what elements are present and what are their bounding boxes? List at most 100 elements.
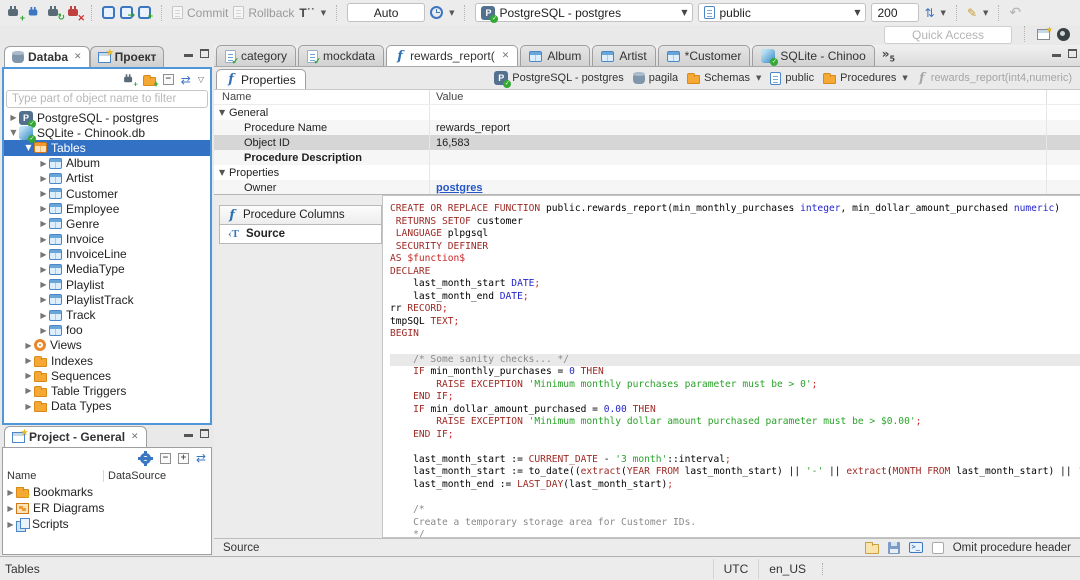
omit-procedure-header-checkbox[interactable] xyxy=(931,541,944,554)
breadcrumb-item-rewards-report-int4-numeric[interactable]: rewards_report(int4,numeric) xyxy=(917,72,1072,85)
transaction-log-button[interactable]: T˙˙ ▼ xyxy=(299,6,326,20)
twistie-icon[interactable]: ▶ xyxy=(38,189,49,198)
property-value[interactable]: postgres xyxy=(436,182,482,194)
property-row-general[interactable]: ▼ General xyxy=(214,105,1080,120)
new-connection-icon[interactable]: + xyxy=(122,74,137,88)
fetch-size-input[interactable]: 200 xyxy=(871,3,920,22)
twistie-icon[interactable]: ▶ xyxy=(38,250,49,259)
sql-editor-icon[interactable] xyxy=(102,6,115,19)
open-file-icon[interactable] xyxy=(864,541,879,554)
editor-tab-album[interactable]: Album xyxy=(520,45,591,66)
twistie-icon[interactable]: ▶ xyxy=(23,356,34,365)
property-row-procedure-name[interactable]: Procedure Name rewards_report xyxy=(214,120,1080,135)
property-row-object-id[interactable]: Object ID 16,583 xyxy=(214,135,1080,150)
disconnect-icon[interactable]: ✕ xyxy=(66,6,85,23)
code-line[interactable]: last_month_end := LAST_DAY(last_month_st… xyxy=(390,479,1080,492)
twistie-icon[interactable]: ▶ xyxy=(23,402,34,411)
project-item-scripts[interactable]: ▶ Scripts xyxy=(3,516,211,532)
commit-button[interactable]: Commit xyxy=(172,6,228,20)
close-icon[interactable]: ✕ xyxy=(131,432,139,442)
gear-icon[interactable] xyxy=(137,450,153,466)
code-line[interactable]: rr RECORD; xyxy=(390,303,1080,316)
breadcrumb-item-postgresql-postgres[interactable]: PostgreSQL - postgres xyxy=(494,71,624,88)
tab-overflow-indicator[interactable]: »5 xyxy=(882,47,895,63)
connection-select[interactable]: PostgreSQL - postgres ▼ xyxy=(475,3,694,23)
breadcrumb-item-procedures[interactable]: Procedures ▼ xyxy=(823,72,908,84)
code-line[interactable] xyxy=(390,441,1080,454)
twistie-icon[interactable]: ▶ xyxy=(38,265,49,274)
twistie-icon[interactable]: ▶ xyxy=(8,113,19,122)
twistie-icon[interactable]: ▶ xyxy=(38,219,49,228)
tree-item-customer[interactable]: ▶ Customer xyxy=(4,186,210,201)
undo-button[interactable]: ↶ xyxy=(1009,5,1021,21)
twistie-icon[interactable]: ▶ xyxy=(5,520,16,529)
code-line[interactable]: BEGIN xyxy=(390,328,1080,341)
tab-properties[interactable]: Properties xyxy=(216,69,306,89)
tree-item-artist[interactable]: ▶ Artist xyxy=(4,171,210,186)
column-name[interactable]: Name xyxy=(3,470,103,482)
connect-icon[interactable] xyxy=(27,6,40,18)
tree-item-indexes[interactable]: ▶ Indexes xyxy=(4,353,210,368)
code-line[interactable]: LANGUAGE plpgsql xyxy=(390,228,1080,241)
breadcrumb-item-schemas[interactable]: Schemas ▼ xyxy=(687,72,761,84)
twistie-icon[interactable]: ▶ xyxy=(23,386,34,395)
tree-item-playlist[interactable]: ▶ Playlist xyxy=(4,277,210,292)
project-item-bookmarks[interactable]: ▶ Bookmarks xyxy=(3,484,211,500)
twistie-icon[interactable]: ▶ xyxy=(5,504,16,513)
editor-tab-category[interactable]: ✓ category xyxy=(216,45,297,66)
format-button[interactable]: ✎ ▼ xyxy=(967,6,988,20)
sort-button[interactable]: ⇅ ▼ xyxy=(924,6,945,20)
twistie-icon[interactable]: ▶ xyxy=(38,311,49,320)
tab-projects[interactable]: Проект xyxy=(89,46,165,67)
tree-item-track[interactable]: ▶ Track xyxy=(4,307,210,322)
twistie-icon[interactable]: ▶ xyxy=(38,326,49,335)
code-line[interactable]: AS $function$ xyxy=(390,253,1080,266)
tree-item-invoice[interactable]: ▶ Invoice xyxy=(4,232,210,247)
breadcrumb-item-public[interactable]: public xyxy=(770,71,814,85)
code-line[interactable]: /* xyxy=(390,504,1080,517)
editor-tab-rewards-report[interactable]: rewards_report(✕ xyxy=(386,45,519,66)
tree-item-sequences[interactable]: ▶ Sequences xyxy=(4,368,210,383)
maximize-icon[interactable] xyxy=(200,429,209,438)
code-line[interactable]: last_month_start := CURRENT_DATE - '3 mo… xyxy=(390,454,1080,467)
code-line[interactable]: SECURITY DEFINER xyxy=(390,241,1080,254)
schema-select[interactable]: public ▼ xyxy=(698,3,867,22)
code-line[interactable]: IF min_dollar_amount_purchased = 0.00 TH… xyxy=(390,404,1080,417)
code-line[interactable]: */ xyxy=(390,529,1080,537)
chevron-down-icon[interactable]: ▼ xyxy=(902,74,907,82)
code-line[interactable]: tmpSQL TEXT; xyxy=(390,316,1080,329)
new-connection-icon[interactable]: + xyxy=(6,6,25,23)
tree-item-employee[interactable]: ▶ Employee xyxy=(4,201,210,216)
twistie-icon[interactable]: ▶ xyxy=(23,371,34,380)
editor-tab-customer[interactable]: *Customer xyxy=(657,45,751,66)
code-line[interactable]: /* Some sanity checks... */ xyxy=(390,353,1080,367)
recent-sql-editor-icon[interactable]: → xyxy=(120,6,135,21)
property-row-procedure-description[interactable]: Procedure Description xyxy=(214,150,1080,165)
twistie-icon[interactable]: ▶ xyxy=(5,488,16,497)
txn-mode-select[interactable]: Auto xyxy=(347,3,426,22)
twistie-icon[interactable]: ▼ xyxy=(8,128,19,137)
rollback-button[interactable]: Rollback xyxy=(233,6,294,20)
new-sql-editor-icon[interactable]: + xyxy=(138,6,153,21)
property-value-cell[interactable]: postgres xyxy=(429,180,1046,194)
twistie-icon[interactable]: ▼ xyxy=(219,168,229,177)
twistie-icon[interactable]: ▼ xyxy=(219,108,229,117)
maximize-icon[interactable] xyxy=(1068,49,1077,58)
save-file-icon[interactable] xyxy=(887,541,900,554)
new-folder-icon[interactable]: + xyxy=(142,74,159,88)
twistie-icon[interactable]: ▶ xyxy=(38,280,49,289)
expand-all-icon[interactable] xyxy=(177,452,189,464)
locale-indicator[interactable]: en_US xyxy=(758,558,816,579)
tree-item-album[interactable]: ▶ Album xyxy=(4,156,210,171)
tree-item-playlisttrack[interactable]: ▶ PlaylistTrack xyxy=(4,292,210,307)
link-with-editor-icon[interactable]: ⇄ xyxy=(181,73,191,87)
tree-item-foo[interactable]: ▶ foo xyxy=(4,323,210,338)
twistie-icon[interactable]: ▼ xyxy=(23,143,34,152)
property-row-owner[interactable]: Owner postgres xyxy=(214,180,1080,194)
minimize-icon[interactable] xyxy=(184,54,193,57)
breadcrumb-item-pagila[interactable]: pagila xyxy=(632,72,678,84)
chevron-down-icon[interactable]: ▼ xyxy=(756,74,761,82)
quick-access-input[interactable]: Quick Access xyxy=(884,26,1012,44)
code-line[interactable]: CREATE OR REPLACE FUNCTION public.reward… xyxy=(390,203,1080,216)
column-datasource[interactable]: DataSource xyxy=(103,470,211,482)
